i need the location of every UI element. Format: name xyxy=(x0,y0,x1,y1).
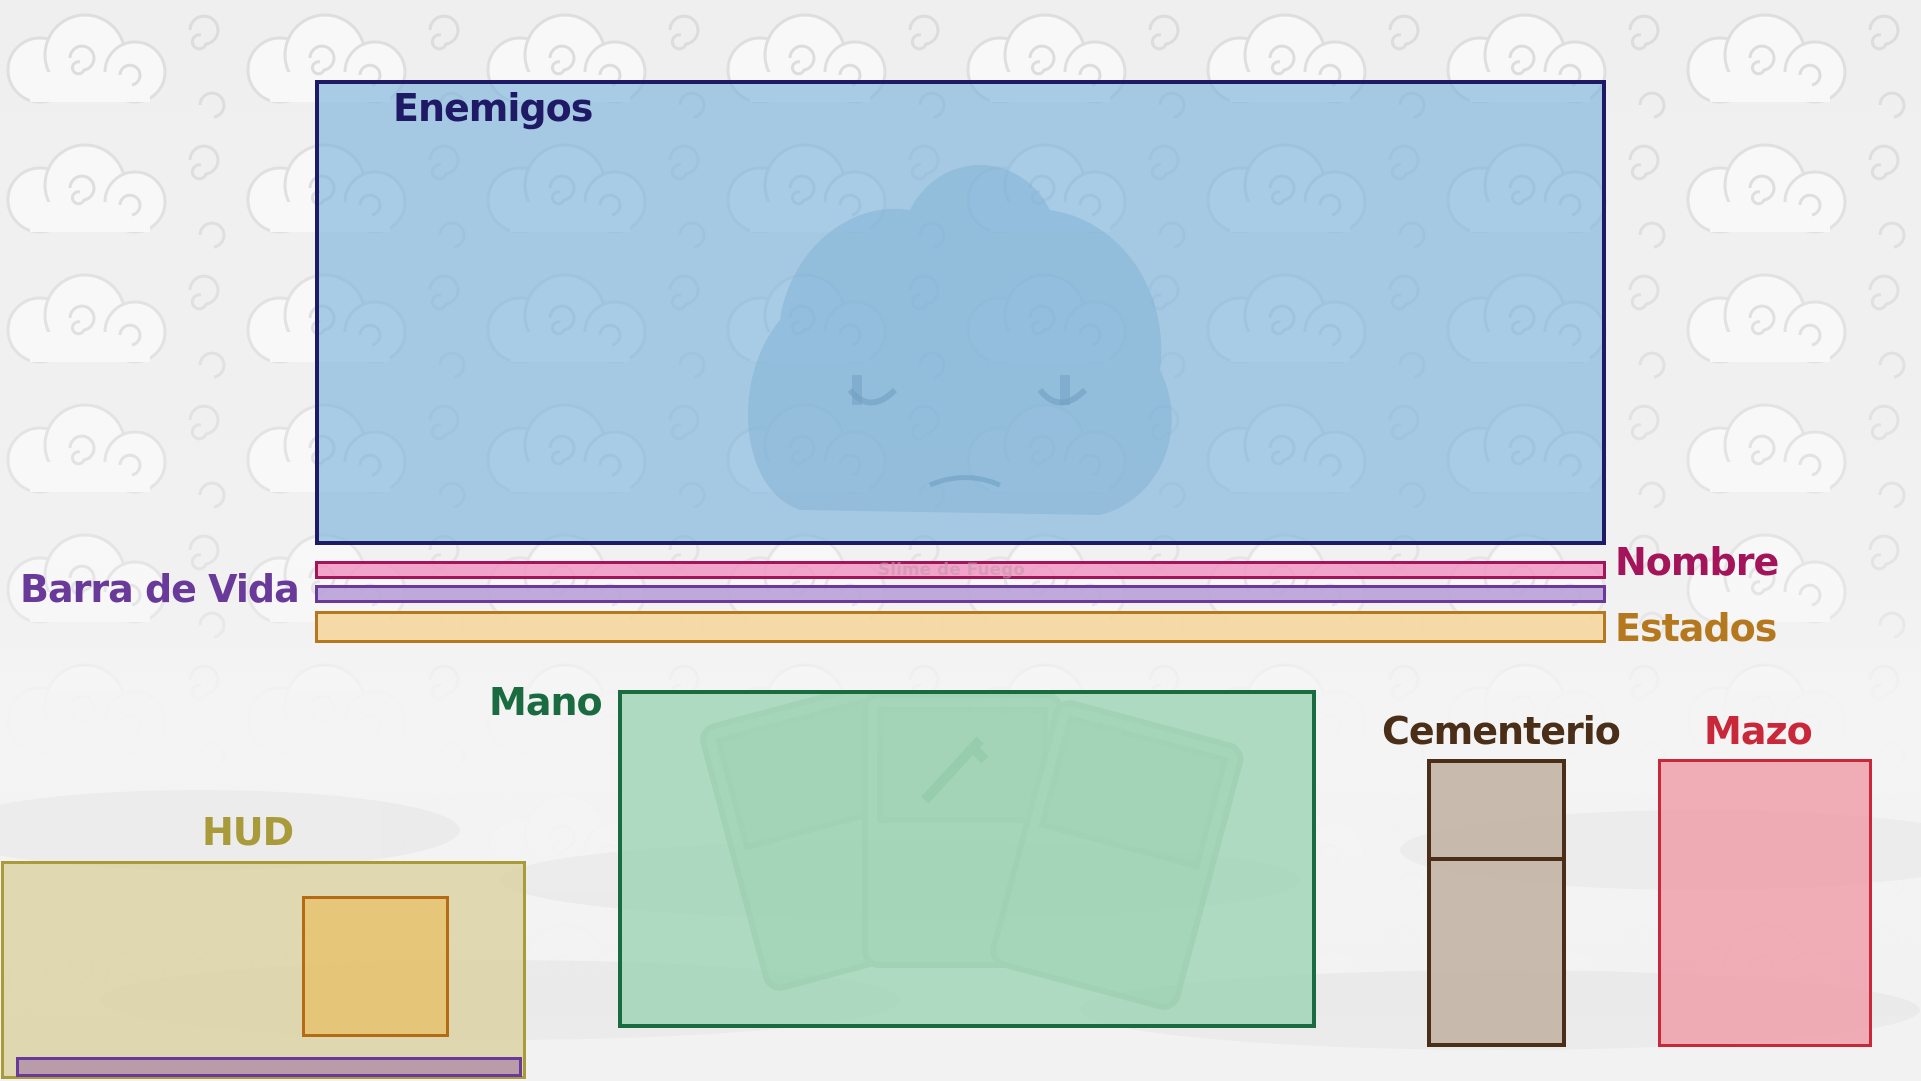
enemy-name-bar: Slime de Fuego xyxy=(315,560,1606,580)
hud-portrait[interactable] xyxy=(302,896,449,1037)
health-bar xyxy=(315,585,1606,603)
hand-zone[interactable] xyxy=(618,690,1316,1028)
label-barra-de-vida: Barra de Vida xyxy=(20,567,300,611)
status-bar xyxy=(315,611,1606,643)
label-mazo: Mazo xyxy=(1704,709,1813,753)
label-estados: Estados xyxy=(1615,606,1777,650)
enemies-zone xyxy=(315,80,1606,545)
hud-health-bar xyxy=(16,1057,522,1077)
label-enemigos: Enemigos xyxy=(393,86,593,130)
label-mano: Mano xyxy=(489,680,603,724)
graveyard-pile[interactable] xyxy=(1427,759,1566,1047)
label-cementerio: Cementerio xyxy=(1382,709,1621,753)
enemy-name-text: Slime de Fuego xyxy=(878,560,1025,580)
graveyard-divider xyxy=(1431,857,1562,861)
label-hud: HUD xyxy=(202,810,294,854)
deck-pile[interactable] xyxy=(1658,759,1872,1047)
label-nombre: Nombre xyxy=(1615,540,1779,584)
